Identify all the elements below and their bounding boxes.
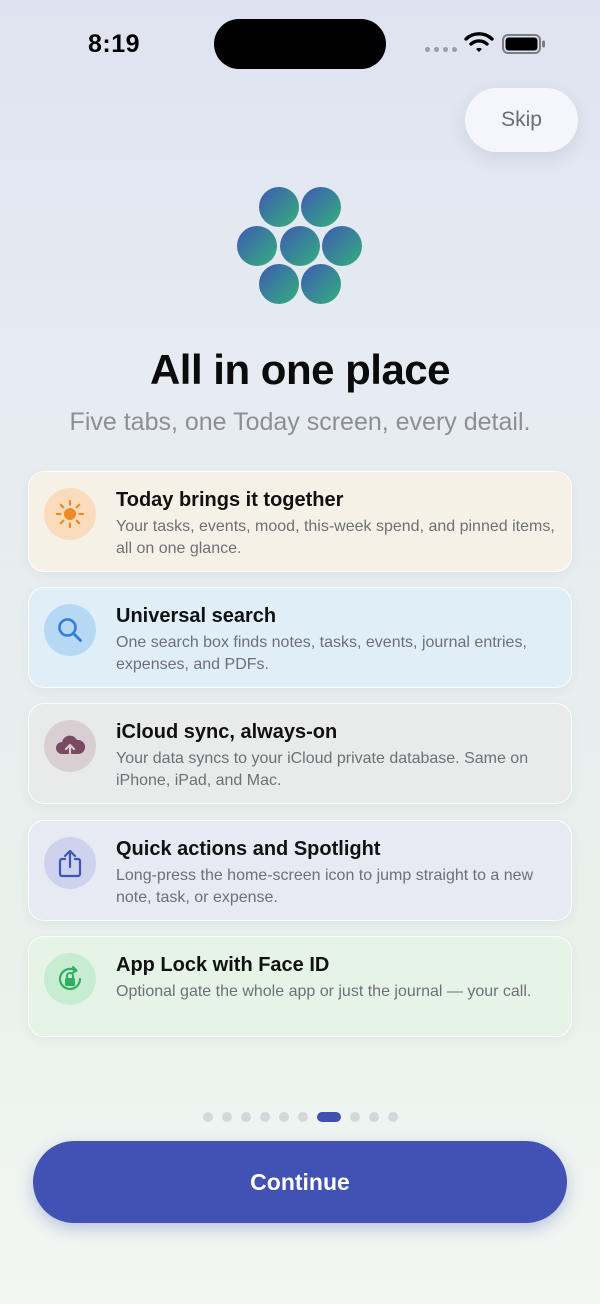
feature-description: Your data syncs to your iCloud private d… bbox=[116, 750, 529, 789]
skip-button[interactable]: Skip bbox=[465, 88, 578, 152]
feature-description: Long-press the home-screen icon to jump … bbox=[116, 867, 534, 906]
feature-title: Universal search bbox=[116, 605, 277, 627]
feature-title: Today brings it together bbox=[116, 489, 344, 511]
app-logo bbox=[237, 187, 362, 304]
page-dot[interactable] bbox=[297, 1112, 308, 1122]
cellular-signal-icon bbox=[425, 47, 457, 52]
page-dot[interactable] bbox=[221, 1112, 232, 1122]
feature-card-today: Today brings it together Your tasks, eve… bbox=[28, 471, 572, 572]
feature-title: iCloud sync, always-on bbox=[116, 721, 338, 743]
feature-card-app-lock: App Lock with Face ID Optional gate the … bbox=[28, 936, 572, 1037]
feature-title: Quick actions and Spotlight bbox=[116, 838, 381, 860]
page-dot[interactable] bbox=[368, 1112, 379, 1122]
page-dot[interactable] bbox=[259, 1112, 270, 1122]
page-dot[interactable] bbox=[349, 1112, 360, 1122]
share-icon bbox=[44, 837, 96, 889]
feature-description: Optional gate the whole app or just the … bbox=[116, 983, 532, 1000]
battery-icon bbox=[502, 34, 545, 54]
feature-card-quick-actions: Quick actions and Spotlight Long-press t… bbox=[28, 820, 572, 921]
page-dot[interactable] bbox=[240, 1112, 251, 1122]
feature-title: App Lock with Face ID bbox=[116, 954, 330, 976]
page-title: All in one place bbox=[149, 346, 451, 393]
lock-rotation-icon bbox=[44, 953, 96, 1005]
search-icon bbox=[44, 604, 96, 656]
feature-card-search: Universal search One search box finds no… bbox=[28, 587, 572, 688]
status-time: 8:19 bbox=[88, 30, 141, 58]
page-dot[interactable] bbox=[202, 1112, 213, 1122]
continue-button[interactable]: Continue bbox=[33, 1141, 567, 1223]
page-indicator[interactable] bbox=[0, 1112, 600, 1122]
icloud-upload-icon bbox=[44, 720, 96, 772]
feature-description: One search box finds notes, tasks, event… bbox=[116, 634, 527, 673]
dynamic-island bbox=[214, 19, 386, 69]
feature-description: Your tasks, events, mood, this-week spen… bbox=[116, 518, 555, 557]
sun-icon bbox=[44, 488, 96, 540]
page-subtitle: Five tabs, one Today screen, every detai… bbox=[69, 408, 531, 436]
page-dot-active[interactable] bbox=[316, 1112, 341, 1122]
status-bar: 8:19 bbox=[0, 0, 600, 90]
page-dot[interactable] bbox=[278, 1112, 289, 1122]
wifi-icon bbox=[464, 32, 494, 52]
page-dot[interactable] bbox=[387, 1112, 398, 1122]
feature-card-icloud: iCloud sync, always-on Your data syncs t… bbox=[28, 703, 572, 804]
